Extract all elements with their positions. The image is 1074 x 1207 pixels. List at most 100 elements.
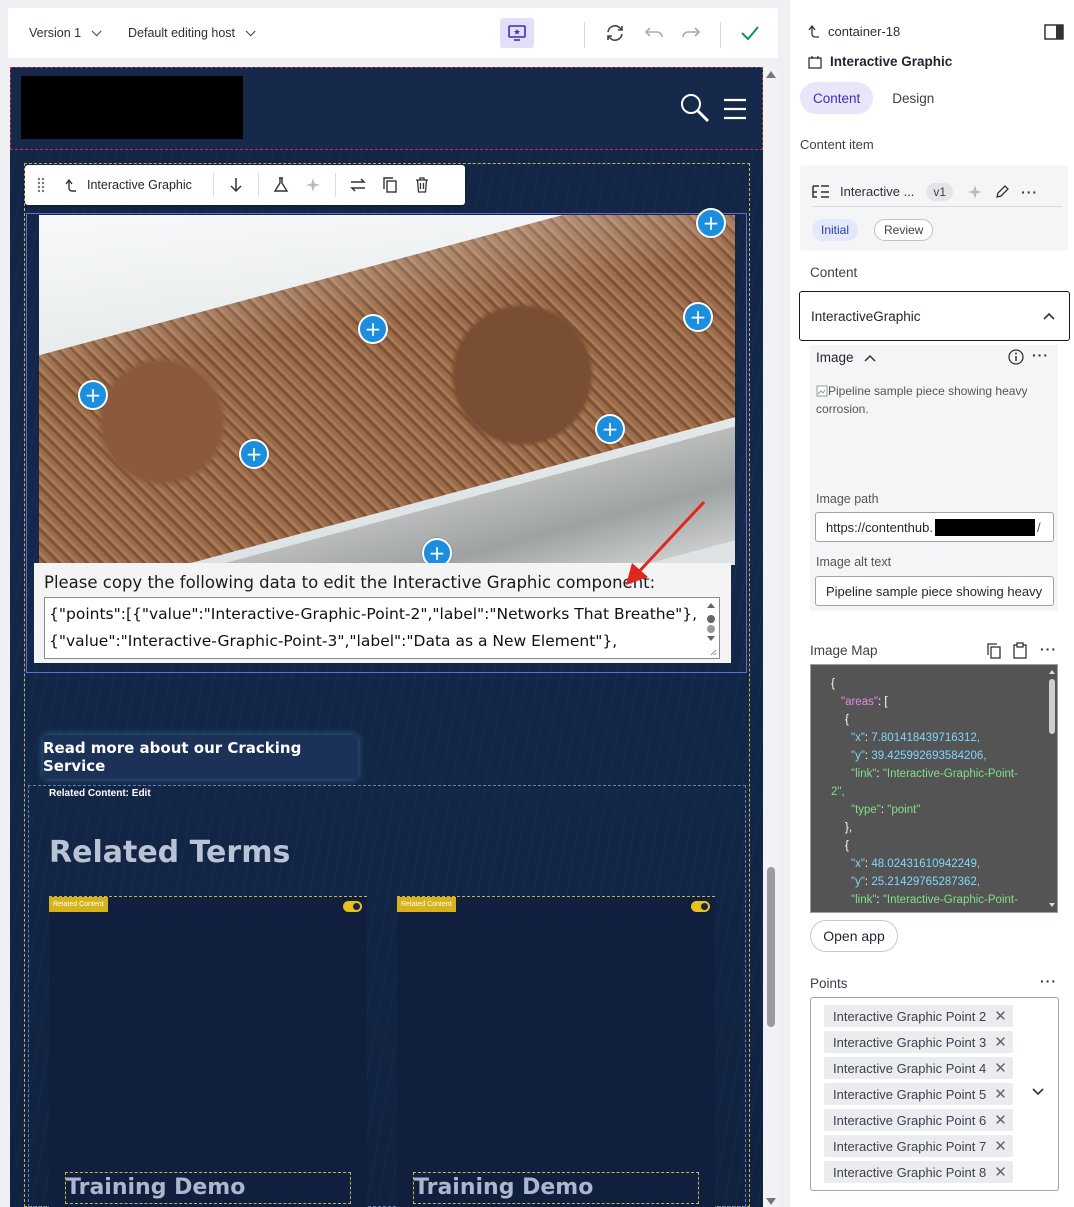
- toggle-icon[interactable]: [343, 901, 362, 912]
- duplicate-icon[interactable]: [374, 169, 406, 201]
- code-line: "link": "Interactive-Graphic-Point-: [851, 894, 1018, 906]
- undo-icon: [644, 27, 663, 38]
- code-line: "type": "point": [851, 804, 921, 816]
- cracking-service-button[interactable]: Read more about our Cracking Service: [43, 735, 358, 779]
- textarea-scrollbar[interactable]: [705, 601, 717, 657]
- remove-x-icon[interactable]: ✕: [994, 1033, 1007, 1051]
- remove-x-icon[interactable]: ✕: [994, 1059, 1007, 1077]
- copy-icon[interactable]: [987, 643, 1001, 659]
- site-header[interactable]: [10, 67, 763, 150]
- hotspot-add-icon[interactable]: +: [595, 414, 625, 444]
- related-content-edit-label[interactable]: Related Content: Edit: [49, 788, 151, 799]
- preview-device-button[interactable]: [500, 18, 534, 48]
- refresh-button[interactable]: [603, 21, 627, 45]
- delete-icon[interactable]: [406, 169, 438, 201]
- panel-toggle-icon[interactable]: [1044, 24, 1064, 40]
- paste-icon[interactable]: [1013, 642, 1027, 659]
- remove-x-icon[interactable]: ✕: [994, 1007, 1007, 1025]
- path-overflow-mark: /: [1036, 519, 1041, 535]
- drag-handle-icon[interactable]: [31, 169, 51, 201]
- card-badge: Related Content: [397, 897, 456, 912]
- content-type-value: InteractiveGraphic: [811, 308, 921, 324]
- point-chip-label: Interactive Graphic Point 2: [833, 1008, 987, 1024]
- version-dropdown[interactable]: Version 1: [29, 25, 102, 40]
- content-type-dropdown[interactable]: InteractiveGraphic: [799, 291, 1070, 341]
- card-title[interactable]: Training Demo: [413, 1172, 699, 1204]
- more-options-icon[interactable]: ···: [1021, 184, 1038, 200]
- hotspot-add-icon[interactable]: +: [239, 439, 269, 469]
- hotspot-add-icon[interactable]: +: [696, 208, 726, 238]
- page-canvas: Interactive Graphic + + + + + + + Please…: [10, 67, 763, 1207]
- panel-tabs: Content Design: [800, 82, 947, 114]
- canvas-scrollbar[interactable]: [763, 67, 779, 1207]
- points-multiselect[interactable]: Interactive Graphic Point 2 ✕ Interactive…: [810, 997, 1059, 1191]
- code-line: {: [845, 714, 849, 726]
- properties-panel: container-18 Interactive Graphic Content…: [790, 0, 1074, 1207]
- related-card[interactable]: Related Content Training Demo: [49, 896, 367, 1207]
- divider: [720, 22, 721, 48]
- redo-button[interactable]: [679, 21, 703, 45]
- redacted-path: [934, 518, 1035, 536]
- editing-host-label: Default editing host: [128, 26, 236, 40]
- scroll-down-icon[interactable]: [766, 1198, 776, 1205]
- sparkle-icon[interactable]: [297, 169, 329, 201]
- card-title[interactable]: Training Demo: [65, 1172, 351, 1204]
- related-terms-heading: Related Terms: [49, 835, 291, 870]
- more-options-icon[interactable]: ···: [1040, 641, 1057, 657]
- copy-data-textarea[interactable]: {"points":[{"value":"Interactive-Graphic…: [44, 597, 720, 659]
- remove-x-icon[interactable]: ✕: [994, 1163, 1007, 1181]
- image-path-value: https://contenthub.: [826, 519, 933, 535]
- select-parent-icon[interactable]: [55, 169, 85, 201]
- image-field-header[interactable]: Image: [816, 350, 876, 365]
- code-line: "x": 48.02431610942249,: [851, 858, 981, 870]
- hotspot-add-icon[interactable]: +: [78, 380, 108, 410]
- workflow-chip-review[interactable]: Review: [874, 219, 934, 241]
- image-alt-input[interactable]: Pipeline sample piece showing heavy: [815, 576, 1054, 606]
- scroll-thumb[interactable]: [767, 867, 775, 1027]
- image-field-label: Image: [816, 350, 854, 365]
- toggle-icon[interactable]: [691, 901, 710, 912]
- point-chip-label: Interactive Graphic Point 8: [833, 1164, 987, 1180]
- remove-x-icon[interactable]: ✕: [994, 1085, 1007, 1103]
- remove-x-icon[interactable]: ✕: [994, 1137, 1007, 1155]
- editing-host-dropdown[interactable]: Default editing host: [128, 25, 256, 40]
- scroll-up-icon[interactable]: [766, 71, 776, 78]
- chevron-down-icon: [549, 29, 557, 37]
- code-line: 2",: [831, 786, 845, 798]
- remove-x-icon[interactable]: ✕: [994, 1111, 1007, 1129]
- device-dropdown-button[interactable]: [543, 22, 563, 44]
- code-line: "areas": [: [841, 696, 888, 708]
- version-label: Version 1: [29, 26, 82, 40]
- info-icon[interactable]: [1008, 349, 1024, 365]
- undo-button[interactable]: [642, 21, 666, 45]
- code-line: {: [831, 678, 835, 690]
- search-icon[interactable]: [679, 92, 711, 124]
- open-app-button[interactable]: Open app: [810, 920, 898, 952]
- card-badge: Related Content: [49, 897, 108, 912]
- tab-design[interactable]: Design: [879, 82, 947, 114]
- copy-line: {"points":[{"value":"Interactive-Graphic…: [49, 605, 698, 623]
- publish-check-button[interactable]: [737, 21, 763, 45]
- menu-icon[interactable]: [723, 98, 747, 120]
- sparkle-icon[interactable]: [967, 184, 983, 200]
- image-path-input[interactable]: https://contenthub. /: [815, 512, 1054, 542]
- breadcrumb[interactable]: container-18: [808, 24, 900, 39]
- more-options-icon[interactable]: ···: [1040, 973, 1057, 989]
- image-map-json-editor[interactable]: { "areas": [ { "x": 7.801418439716312, "…: [810, 664, 1058, 913]
- tab-content[interactable]: Content: [800, 82, 874, 114]
- edit-pencil-icon[interactable]: [995, 184, 1010, 199]
- code-scrollbar[interactable]: [1049, 669, 1055, 909]
- hotspot-add-icon[interactable]: +: [683, 302, 713, 332]
- check-icon: [741, 26, 759, 41]
- hotspot-add-icon[interactable]: +: [358, 314, 388, 344]
- swap-icon[interactable]: [342, 169, 374, 201]
- chevron-down-icon[interactable]: [1032, 1088, 1044, 1096]
- move-down-icon[interactable]: [220, 169, 252, 201]
- image-field-block: Image ··· Pipeline sample piece showing …: [810, 345, 1058, 611]
- content-section-label: Content: [810, 265, 858, 280]
- more-options-icon[interactable]: ···: [1032, 347, 1049, 363]
- content-item-row[interactable]: Interactive ... v1 ···: [812, 177, 1062, 207]
- point-chip: Interactive Graphic Point 7 ✕: [824, 1135, 1013, 1157]
- flask-icon[interactable]: [265, 169, 297, 201]
- related-card[interactable]: Related Content Training Demo: [397, 896, 715, 1207]
